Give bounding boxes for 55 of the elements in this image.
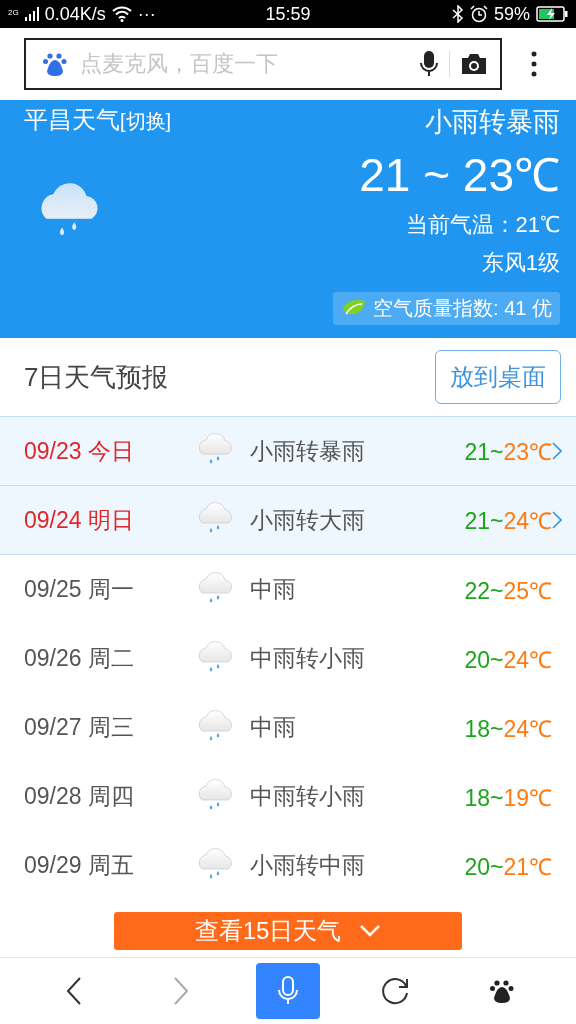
refresh-icon [380,976,411,1006]
forecast-temperature: 18~19℃ [464,783,552,813]
more-menu-icon[interactable] [530,51,538,77]
paw-icon [489,978,516,1004]
battery-percent: 59% [494,3,530,25]
more-notifications: ··· [137,3,156,25]
forecast-temperature: 20~24℃ [464,645,552,675]
add-to-desktop-button[interactable]: 放到桌面 [435,350,561,404]
signal-icon [24,7,39,21]
microphone-icon [275,975,300,1007]
forecast-date: 09/28 周四 [24,782,135,811]
clock: 15:59 [265,3,311,25]
forecast-condition: 小雨转中雨 [250,851,366,880]
camera-icon[interactable] [460,52,488,76]
chevron-left-icon [65,976,82,1006]
microphone-icon[interactable] [419,50,439,78]
forecast-temperature: 18~24℃ [464,714,552,744]
forecast-date: 09/26 周二 [24,644,135,673]
forecast-condition: 中雨转小雨 [250,782,366,811]
temperature-range: 21 ~ 23℃ [359,148,560,203]
forecast-temperature: 21~24℃ [464,507,552,536]
forecast-condition: 中雨转小雨 [250,644,366,673]
forecast-date: 09/24 明日 [24,505,135,535]
alarm-icon [470,5,488,23]
forecast-temperature: 21~23℃ [464,438,552,467]
network-type: 2G [8,7,19,17]
chevron-right-icon[interactable] [552,510,562,530]
wifi-icon [111,6,132,22]
forecast-condition: 小雨转大雨 [250,505,366,535]
forecast-date: 09/23 今日 [24,436,135,466]
city-name: 平昌天气 [24,105,120,135]
forecast-condition: 中雨 [250,575,297,604]
bluetooth-icon [452,5,464,23]
forecast-condition: 小雨转暴雨 [250,436,366,466]
switch-city-link[interactable]: [切换] [120,108,172,135]
air-quality-text: 空气质量指数: 41 优 [373,296,552,321]
forecast-date: 09/25 周一 [24,575,135,604]
forecast-date: 09/27 周三 [24,713,135,742]
forecast-condition: 中雨 [250,713,297,742]
forecast-date: 09/29 周五 [24,851,135,880]
view-15-day-button[interactable]: 查看15日天气 [114,912,462,950]
search-bar[interactable]: 点麦克风，百度一下 [24,38,502,90]
chevron-down-icon [359,924,382,938]
weather-condition: 小雨转暴雨 [425,106,560,139]
network-speed: 0.04K/s [44,3,106,25]
chevron-right-icon [172,976,189,1006]
voice-search-button[interactable] [255,963,320,1019]
forecast-title: 7日天气预报 [24,360,169,394]
wind-level: 东风1级 [481,249,560,277]
forecast-temperature: 20~21℃ [464,852,552,882]
paw-icon [42,51,68,77]
chevron-right-icon[interactable] [552,441,562,461]
search-field[interactable]: 点麦克风，百度一下 [78,50,409,78]
current-temperature: 当前气温：21℃ [405,211,560,239]
forecast-temperature: 22~25℃ [464,576,552,606]
